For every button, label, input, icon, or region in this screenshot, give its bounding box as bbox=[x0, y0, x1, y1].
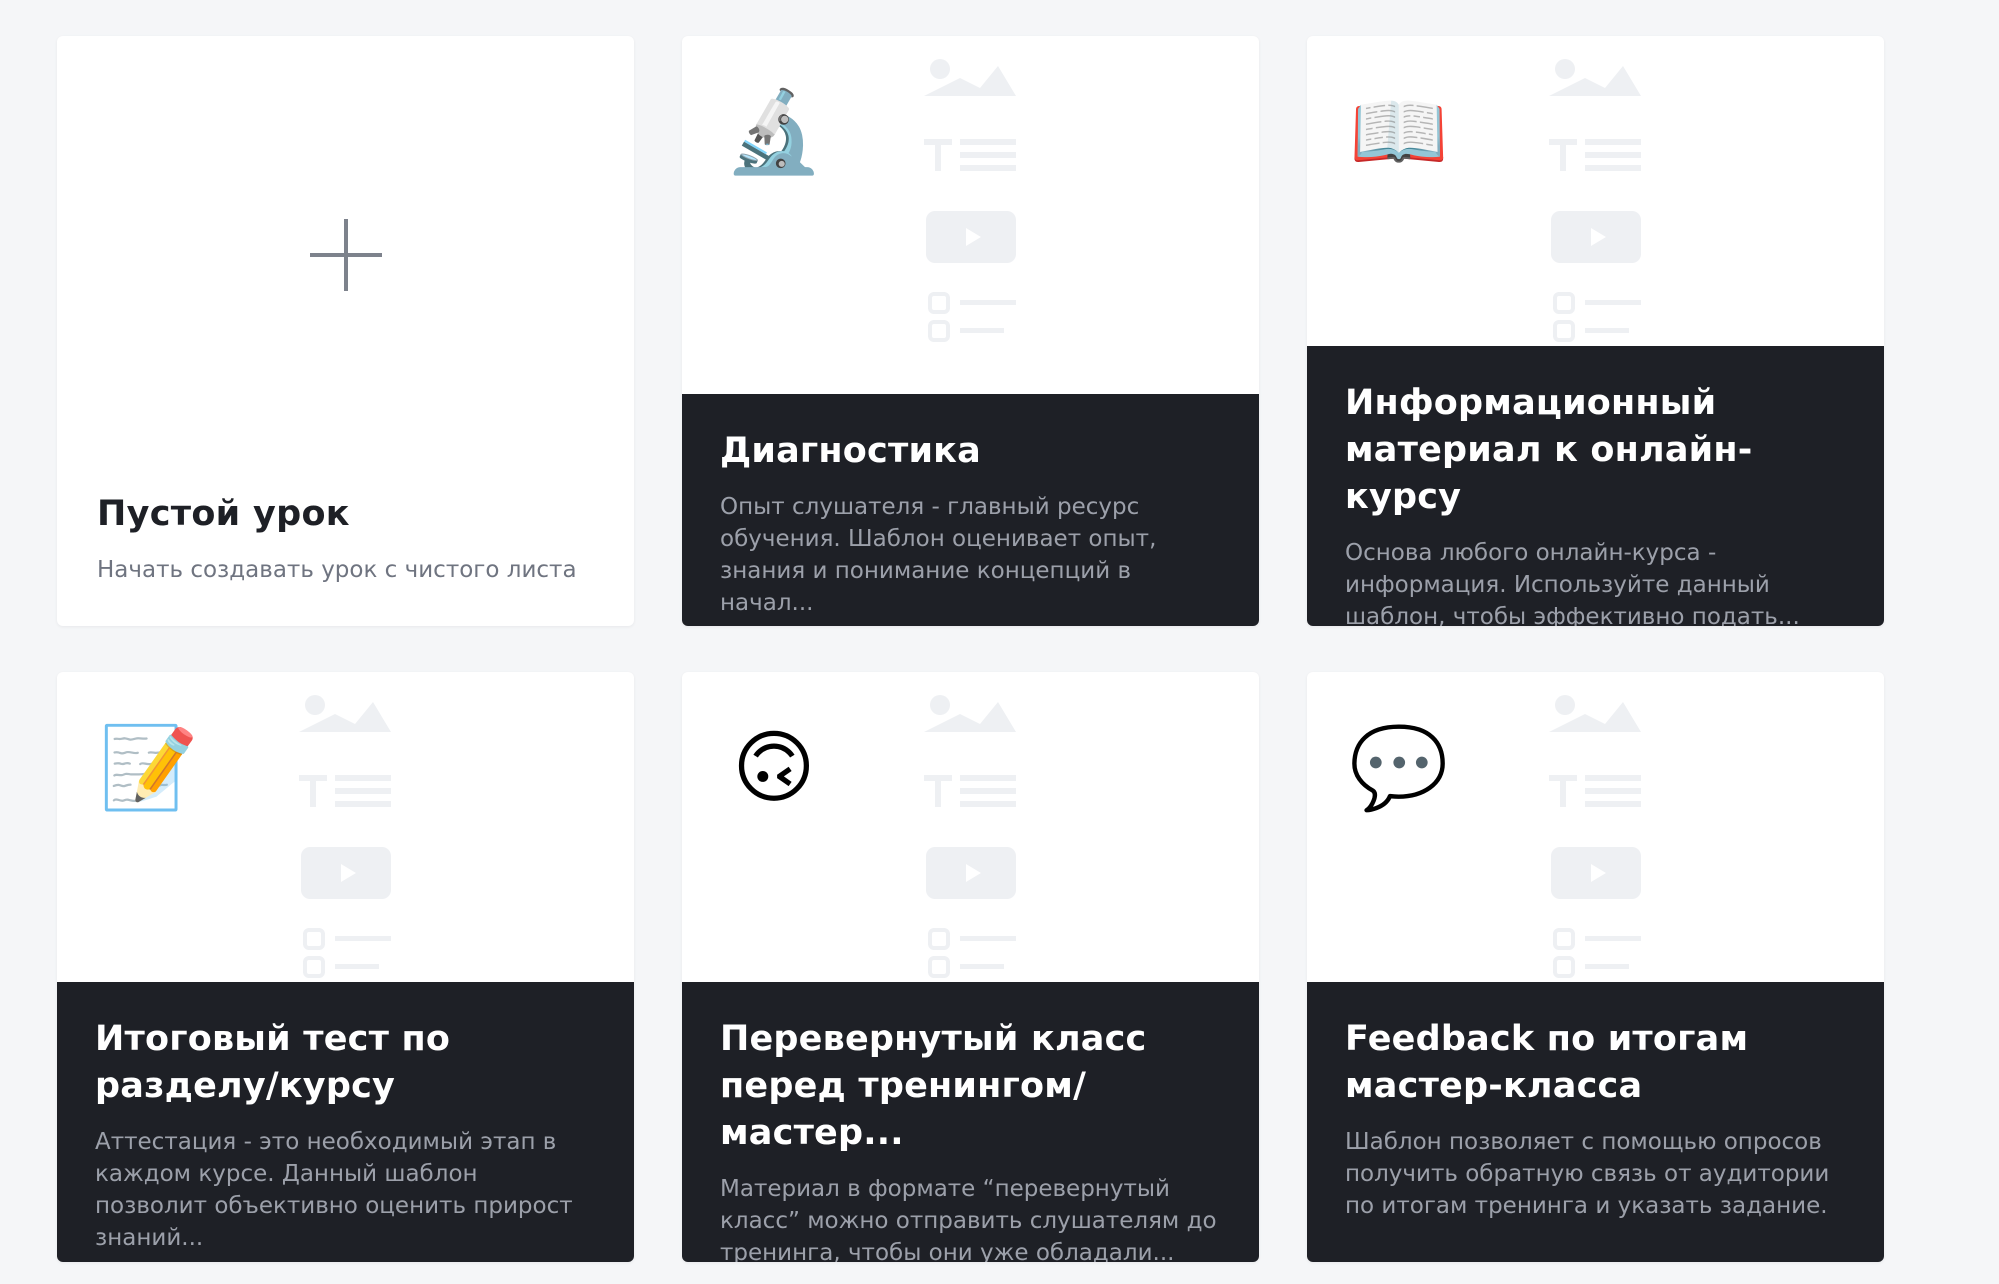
card-info-panel: Информационный материал к онлайн-курсу О… bbox=[1307, 346, 1884, 626]
card-description: Начать создавать урок с чистого листа bbox=[97, 557, 577, 583]
card-description: Материал в формате “перевернутый класс” … bbox=[720, 1176, 1217, 1262]
speech-bubble-icon: 💬 bbox=[1349, 721, 1449, 814]
card-description: Опыт слушателя - главный ресурс обучения… bbox=[720, 494, 1157, 616]
template-card-blank-lesson[interactable]: Пустой урок Начать создавать урок с чист… bbox=[57, 36, 634, 626]
upside-down-face-icon: 🙃 bbox=[732, 721, 816, 814]
template-card-info-material[interactable]: 📖 Информационный материал к онлайн-курсу… bbox=[1307, 36, 1884, 626]
plus-icon bbox=[310, 219, 382, 291]
card-title: Итоговый тест по разделу/курсу bbox=[95, 1019, 451, 1106]
card-description: Шаблон позволяет с помощью опросов получ… bbox=[1345, 1129, 1830, 1219]
card-description: Аттестация - это необходимый этап в кажд… bbox=[95, 1129, 573, 1251]
card-info-panel: Feedback по итогам мастер-класса Шаблон … bbox=[1307, 982, 1884, 1262]
card-title: Перевернутый класс перед тренингом/масте… bbox=[720, 1019, 1147, 1153]
memo-pencil-icon: 📝 bbox=[99, 721, 199, 814]
microscope-icon: 🔬 bbox=[724, 85, 824, 178]
card-description: Основа любого онлайн-курса - информация.… bbox=[1345, 540, 1800, 626]
card-info-panel: Перевернутый класс перед тренингом/масте… bbox=[682, 982, 1259, 1262]
card-title: Feedback по итогам мастер-класса bbox=[1345, 1019, 1749, 1106]
card-title: Информационный материал к онлайн-курсу bbox=[1345, 383, 1753, 517]
card-title: Пустой урок bbox=[97, 494, 350, 534]
template-card-flipped-class[interactable]: 🙃 Перевернутый класс перед тренингом/мас… bbox=[682, 672, 1259, 1262]
open-book-icon: 📖 bbox=[1349, 85, 1449, 178]
card-info-panel: Диагностика Опыт слушателя - главный рес… bbox=[682, 394, 1259, 626]
card-info-panel: Итоговый тест по разделу/курсу Аттестаци… bbox=[57, 982, 634, 1262]
template-card-final-test[interactable]: 📝 Итоговый тест по разделу/курсу Аттеста… bbox=[57, 672, 634, 1262]
template-card-diagnostics[interactable]: 🔬 Диагностика Опыт слушателя - главный р… bbox=[682, 36, 1259, 626]
template-card-feedback[interactable]: 💬 Feedback по итогам мастер-класса Шабло… bbox=[1307, 672, 1884, 1262]
card-title: Диагностика bbox=[720, 431, 981, 471]
